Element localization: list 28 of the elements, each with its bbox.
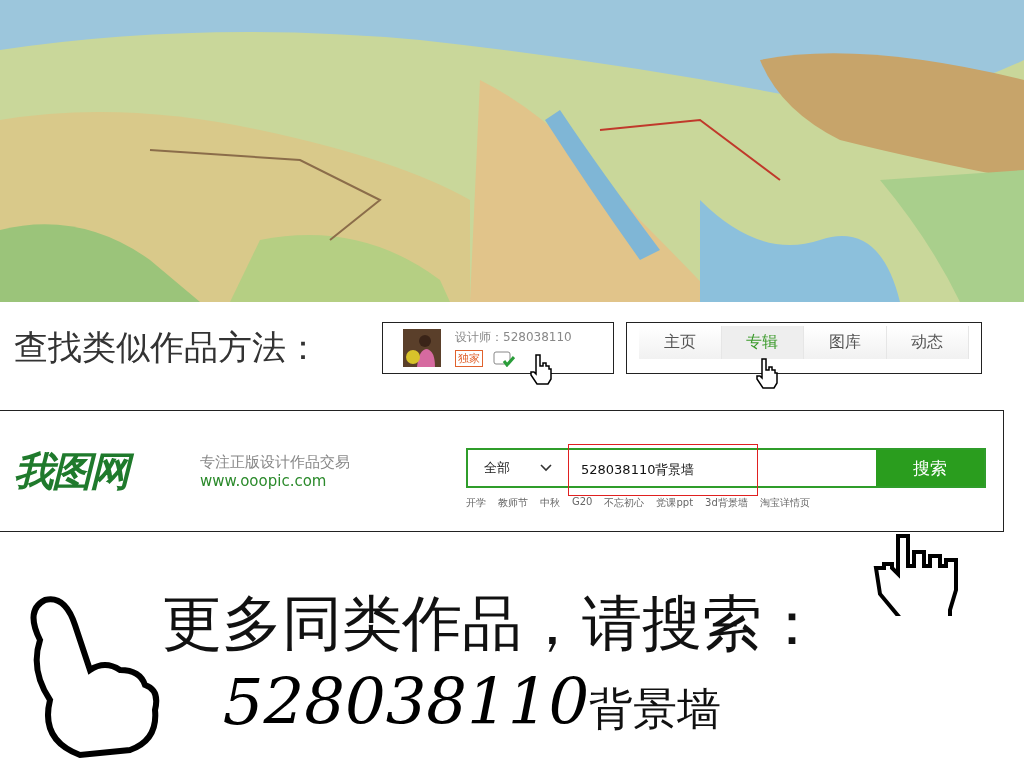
instruction-text: 查找类似作品方法： xyxy=(14,326,321,369)
keyword-text: 背景墙 xyxy=(589,682,722,736)
profile-tab[interactable]: 图库 xyxy=(804,326,887,359)
site-url: www.ooopic.com xyxy=(200,471,328,490)
keyword-number: 528038110 xyxy=(222,665,590,739)
avatar-icon xyxy=(403,329,441,367)
caret-icon xyxy=(540,464,552,472)
site-slogan: 专注正版设计作品交易 xyxy=(200,452,351,472)
hand-cursor-icon xyxy=(755,357,779,389)
designer-id: 设计师：528038110 xyxy=(455,329,572,346)
hand-cursor-icon xyxy=(529,353,553,385)
profile-tab[interactable]: 主页 xyxy=(639,326,722,359)
profile-tab[interactable]: 动态 xyxy=(886,326,969,359)
hot-search-link[interactable]: 3d背景墙 xyxy=(705,496,748,510)
hot-search-link[interactable]: 不忘初心 xyxy=(604,496,645,510)
verified-id-icon xyxy=(493,350,515,367)
exclusive-badge: 独家 xyxy=(455,350,483,367)
category-dropdown[interactable]: 全部 xyxy=(468,450,568,486)
hot-search-link[interactable]: 党课ppt xyxy=(656,496,694,510)
search-button[interactable]: 搜索 xyxy=(876,450,984,486)
site-logo[interactable]: 我图网 xyxy=(14,443,186,499)
hot-search-link[interactable]: 中秋 xyxy=(540,496,560,510)
hot-search-link[interactable]: 开学 xyxy=(466,496,486,510)
search-field[interactable]: 528038110背景墙 xyxy=(568,444,758,496)
search-prompt: 更多同类作品，请搜索： xyxy=(162,587,822,660)
hot-search-link[interactable]: 淘宝详情页 xyxy=(759,496,810,510)
hot-search-link[interactable]: G20 xyxy=(572,496,593,510)
hot-search-link[interactable]: 教师节 xyxy=(498,496,528,510)
